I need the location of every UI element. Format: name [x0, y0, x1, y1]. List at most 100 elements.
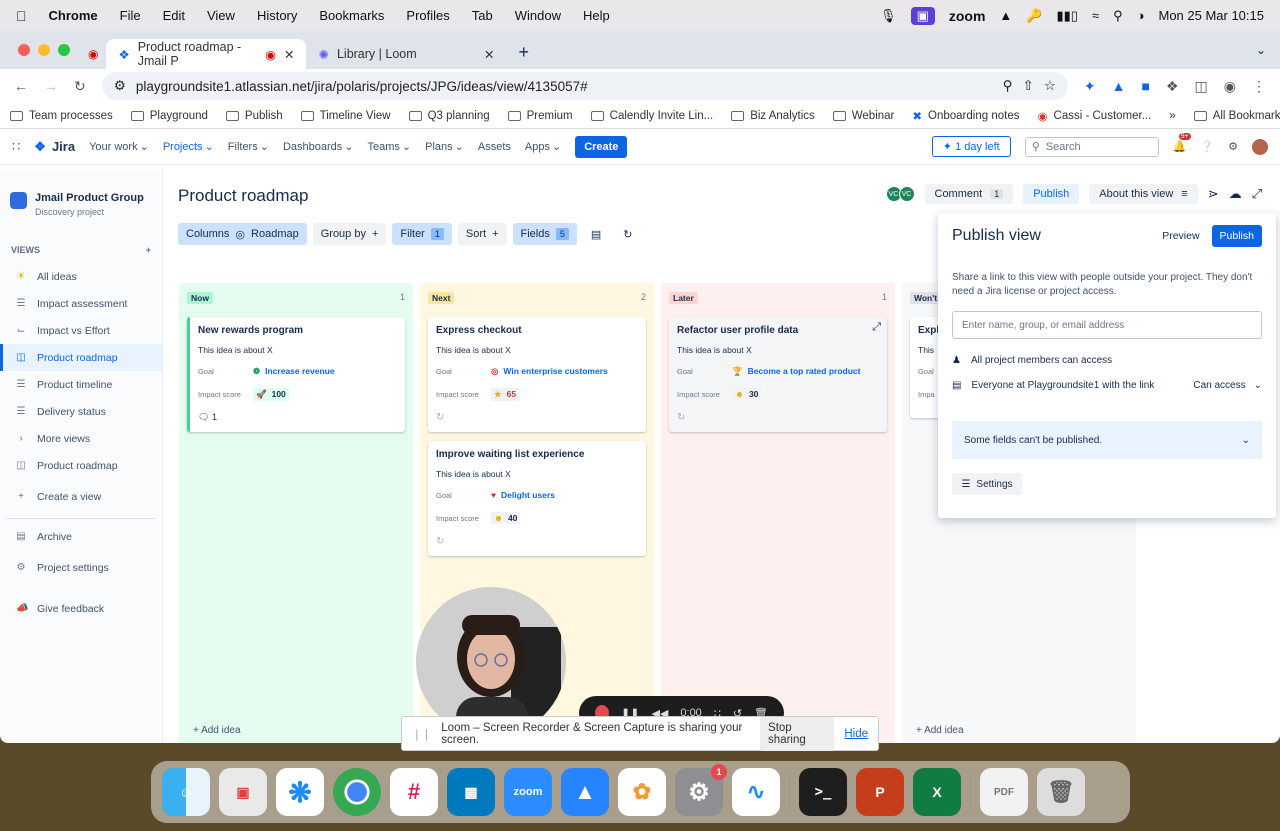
sidebar-project-settings[interactable]: ⚙ Project settings	[0, 554, 162, 581]
trial-button[interactable]: ✦ 1 day left	[931, 136, 1011, 157]
microphone-icon[interactable]: 🎙	[880, 8, 897, 24]
trash-bin-icon[interactable]: 🗑	[1037, 768, 1085, 816]
menu-profiles[interactable]: Profiles	[406, 8, 449, 23]
menu-help[interactable]: Help	[583, 8, 610, 23]
slack-icon[interactable]: #	[390, 768, 438, 816]
chrome-menu-icon[interactable]: ⋮	[1252, 78, 1266, 95]
sidebar-item-more-views[interactable]: › More views	[0, 425, 162, 452]
add-idea-button[interactable]: + Add idea	[193, 725, 241, 736]
idea-card[interactable]: New rewards program This idea is about X…	[187, 317, 405, 432]
screen-mirror-icon[interactable]: ▣	[910, 6, 935, 25]
comment-button[interactable]: Comment 1	[924, 184, 1014, 204]
preview-button[interactable]: Preview	[1162, 230, 1199, 242]
stop-sharing-button[interactable]: Stop sharing	[760, 716, 835, 751]
hide-button[interactable]: Hide	[844, 728, 868, 740]
key-icon[interactable]: 🔑	[1026, 8, 1042, 24]
add-idea-button[interactable]: + Add idea	[916, 725, 964, 736]
publish-toggle-button[interactable]: Publish	[1023, 184, 1080, 204]
bookmark-item[interactable]: Webinar	[832, 110, 894, 122]
url-field[interactable]: ⚙ playgroundsite1.atlassian.net/jira/pol…	[101, 72, 1068, 100]
profile-avatar[interactable]: ◉	[1224, 78, 1236, 95]
idea-card[interactable]: Refactor user profile data ⤢ This idea i…	[669, 317, 887, 432]
notifications-icon[interactable]: 🔔 9+	[1173, 133, 1191, 153]
zoom-window-button[interactable]	[58, 44, 70, 56]
about-view-button[interactable]: About this view ≡	[1089, 184, 1198, 204]
finder-icon[interactable]: ☺	[162, 768, 210, 816]
fields-button[interactable]: Fields 5	[512, 223, 577, 245]
user-avatar[interactable]	[1252, 138, 1268, 155]
zoom-icon[interactable]: zoom	[504, 768, 552, 816]
forward-icon[interactable]: →	[44, 78, 58, 94]
freeform-icon[interactable]: ∿	[732, 768, 780, 816]
bookmark-item[interactable]: Q3 planning	[408, 110, 490, 122]
group-by-button[interactable]: Group by +	[312, 223, 387, 245]
nav-dashboards[interactable]: Dashboards ⌄	[283, 140, 354, 154]
project-header[interactable]: Jmail Product Group Discovery project	[0, 170, 162, 217]
filter-button[interactable]: Filter 1	[392, 223, 452, 245]
close-window-button[interactable]	[18, 44, 30, 56]
wifi-icon[interactable]: ≈	[1092, 8, 1099, 23]
battery-icon[interactable]: ▮▮▯	[1056, 8, 1077, 24]
powerpoint-icon[interactable]: P	[856, 768, 904, 816]
adobe-icon[interactable]: ▲	[999, 8, 1012, 23]
add-view-icon[interactable]: +	[146, 245, 151, 255]
nav-assets[interactable]: Assets	[478, 141, 511, 153]
sidebar-item-product-roadmap-2[interactable]: ◫ Product roadmap	[0, 452, 162, 479]
close-tab-icon[interactable]: ✕	[484, 47, 494, 62]
extension-icon[interactable]: ✦	[1084, 78, 1096, 95]
menu-edit[interactable]: Edit	[163, 8, 185, 23]
excel-icon[interactable]: X	[913, 768, 961, 816]
menu-file[interactable]: File	[120, 8, 141, 23]
settings-button[interactable]: ☰ Settings	[952, 473, 1022, 495]
extension2-icon[interactable]: ■	[1142, 78, 1150, 94]
sidebar-item-create-view[interactable]: + Create a view	[0, 483, 162, 510]
app-menu[interactable]: Chrome	[49, 8, 98, 23]
sidebar-item-product-roadmap[interactable]: ◫ Product roadmap	[0, 344, 162, 371]
sidebar-item-all-ideas[interactable]: ☀ All ideas	[0, 263, 162, 290]
spotlight-icon[interactable]: ⚲	[1113, 8, 1123, 24]
tab-product-roadmap[interactable]: ❖ Product roadmap - Jmail P ◉ ✕	[106, 39, 307, 69]
new-tab-button[interactable]: +	[518, 42, 529, 63]
publish-button[interactable]: Publish	[1211, 225, 1262, 247]
sidebar-item-delivery-status[interactable]: ☰ Delivery status	[0, 398, 162, 425]
tab-loom-library[interactable]: ✺ Library | Loom ✕	[306, 39, 506, 69]
bookmark-item[interactable]: Team processes	[10, 110, 113, 122]
control-center-icon[interactable]: ◑	[1137, 8, 1145, 23]
chrome-icon[interactable]	[333, 768, 381, 816]
safari-icon[interactable]: ❋	[276, 768, 324, 816]
system-settings-icon[interactable]: ⚙ 1	[675, 764, 727, 816]
app-switcher-icon[interactable]: ∷	[12, 139, 20, 155]
back-icon[interactable]: ←	[14, 78, 28, 94]
autosave-icon[interactable]: ↻	[615, 223, 640, 245]
nav-teams[interactable]: Teams ⌄	[368, 140, 412, 154]
atlassian-extension-icon[interactable]: ▲	[1112, 78, 1126, 94]
menu-view[interactable]: View	[207, 8, 235, 23]
nav-plans[interactable]: Plans ⌄	[425, 140, 464, 154]
trello-icon[interactable]: ▦	[447, 768, 495, 816]
nav-apps[interactable]: Apps ⌄	[525, 140, 561, 154]
atlassian-icon[interactable]: ▲	[561, 768, 609, 816]
access-dropdown[interactable]: Can access ⌄	[1193, 380, 1262, 391]
extensions-puzzle-icon[interactable]: ❖	[1166, 78, 1179, 95]
loom-camera-bubble[interactable]	[416, 587, 566, 737]
side-panel-icon[interactable]: ◫	[1195, 78, 1208, 95]
sidebar-item-impact-vs-effort[interactable]: ⌙ Impact vs Effort	[0, 317, 162, 344]
menu-tab[interactable]: Tab	[472, 8, 493, 23]
sort-button[interactable]: Sort +	[457, 223, 507, 245]
bookmark-item[interactable]: Playground	[130, 110, 208, 122]
nav-filters[interactable]: Filters ⌄	[228, 140, 269, 154]
bookmark-item[interactable]: Biz Analytics	[731, 110, 815, 122]
columns-button[interactable]: Columns ◎ Roadmap	[178, 223, 307, 245]
export-icon[interactable]: ☁	[1229, 186, 1242, 202]
menubar-clock[interactable]: Mon 25 Mar 10:15	[1158, 8, 1264, 23]
apple-icon[interactable]: 	[16, 8, 27, 24]
terminal-icon[interactable]: >_	[799, 768, 847, 816]
sidebar-item-product-timeline[interactable]: ☰ Product timeline	[0, 371, 162, 398]
help-icon[interactable]: ❔	[1200, 140, 1214, 153]
nav-projects[interactable]: Projects ⌄	[163, 140, 214, 154]
nav-your-work[interactable]: Your work ⌄	[89, 140, 149, 154]
zoom-menu[interactable]: zoom	[949, 8, 986, 24]
bookmark-item[interactable]: Publish	[225, 110, 283, 122]
layout-icon[interactable]: ▤	[583, 223, 609, 245]
bookmark-item[interactable]: Timeline View	[300, 110, 391, 122]
